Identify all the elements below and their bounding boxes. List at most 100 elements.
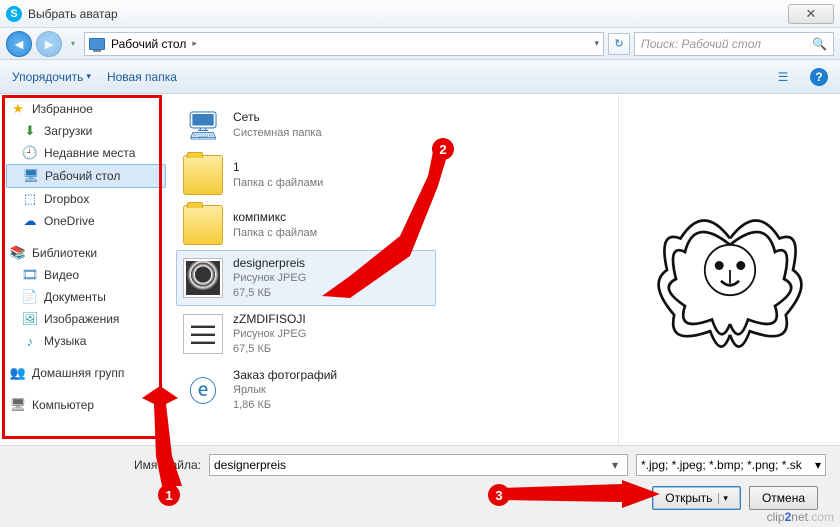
sidebar-item-icon: ☁ (22, 213, 38, 229)
sidebar-item[interactable]: ♪ Музыка (2, 330, 170, 352)
file-type: Рисунок JPEG (233, 271, 306, 286)
cancel-button[interactable]: Отмена (749, 486, 818, 510)
sidebar-item[interactable]: ☁ OneDrive (2, 210, 170, 232)
sidebar: ★ Избранное ⬇ Загрузки 🕘 Недавние места 🖥 Раб… (0, 94, 172, 445)
sidebar-item[interactable]: 🕘 Недавние места (2, 142, 170, 164)
network-icon: 🖥 (183, 105, 223, 145)
file-name: designerpreis (233, 255, 306, 271)
filetype-filter[interactable]: *.jpg; *.jpeg; *.bmp; *.png; *.sk ▾ (636, 454, 826, 476)
sidebar-item-icon: ⬇ (22, 123, 38, 139)
sidebar-item-icon: ⬚ (22, 191, 38, 207)
filename-value: designerpreis (214, 458, 607, 472)
file-name: Заказ фотографий (233, 367, 337, 383)
nav-back-button[interactable]: ◄ (6, 31, 32, 57)
annotation-badge-3: 3 (488, 484, 510, 506)
sidebar-item[interactable]: 🖼Изображения (2, 308, 170, 330)
titlebar: S Выбрать аватар ✕ (0, 0, 840, 28)
chevron-right-icon[interactable]: ▸ (192, 38, 197, 49)
sidebar-item-label: Домашняя групп (32, 366, 124, 380)
file-size: 1,86 КБ (233, 398, 337, 413)
nav-forward-button[interactable]: ► (36, 31, 62, 57)
file-item[interactable]: компмиксПапка с файлам (176, 200, 436, 250)
sidebar-item[interactable]: 🎞 Видео (2, 264, 170, 286)
skype-icon: S (6, 6, 22, 22)
file-item[interactable]: 🖥СетьСистемная папка (176, 100, 436, 150)
refresh-button[interactable]: ↻ (608, 33, 630, 55)
search-placeholder: Поиск: Рабочий стол (641, 37, 761, 51)
sidebar-item-label: Компьютер (32, 398, 94, 412)
chevron-down-icon[interactable]: ▾ (811, 458, 821, 472)
file-list: 🖥СетьСистемная папка1Папка с файламикомп… (172, 94, 618, 445)
sidebar-item-label: Видео (44, 268, 79, 282)
search-icon: 🔍 (812, 37, 827, 51)
breadcrumb[interactable]: Рабочий стол ▸ ▾ (84, 32, 604, 56)
sidebar-item[interactable]: ⬇ Загрузки (2, 120, 170, 142)
filter-text: *.jpg; *.jpeg; *.bmp; *.png; *.sk (641, 458, 811, 472)
folder-icon (183, 155, 223, 195)
filename-input[interactable]: designerpreis ▾ (209, 454, 628, 476)
sidebar-item[interactable]: 🖥 Рабочий стол (6, 164, 166, 188)
sidebar-item-icon: ♪ (22, 333, 38, 349)
search-input[interactable]: Поиск: Рабочий стол 🔍 (634, 32, 834, 56)
sidebar-homegroup[interactable]: 👥 Домашняя групп (2, 362, 170, 384)
dialog-body: ★ Избранное ⬇ Загрузки 🕘 Недавние места 🖥 Раб… (0, 94, 840, 445)
view-options-button[interactable]: ☰ (772, 66, 794, 88)
sidebar-item-label: Документы (44, 290, 106, 304)
file-name: zZMDIFISOJI (233, 311, 306, 327)
file-item[interactable]: designerpreisРисунок JPEG67,5 КБ (176, 250, 436, 306)
breadcrumb-drop-icon[interactable]: ▾ (594, 38, 599, 49)
image-thumbnail-icon: ▬▬▬▬▬▬▬▬▬ (183, 314, 223, 354)
lion-icon (640, 180, 820, 360)
sidebar-item[interactable]: ⬚Dropbox (2, 188, 170, 210)
file-item[interactable]: ⓔ Заказ фотографийЯрлык1,86 КБ (176, 362, 436, 418)
toolbar: Упорядочить ▾ Новая папка ☰ ? (0, 60, 840, 94)
shortcut-icon: ⓔ (183, 370, 223, 410)
sidebar-item-icon: 🖼 (22, 311, 38, 327)
preview-image (630, 170, 830, 370)
navbar: ◄ ► ▾ Рабочий стол ▸ ▾ ↻ Поиск: Рабочий … (0, 28, 840, 60)
file-size: 67,5 КБ (233, 342, 306, 357)
chevron-down-icon[interactable]: ▾ (718, 493, 728, 504)
open-button[interactable]: Открыть ▾ (652, 486, 741, 510)
file-item[interactable]: ▬▬▬▬▬▬▬▬▬zZMDIFISOJIРисунок JPEG67,5 КБ (176, 306, 436, 362)
sidebar-computer[interactable]: 🖥 Компьютер (2, 394, 170, 416)
sidebar-item[interactable]: 📄 Документы (2, 286, 170, 308)
sidebar-item-icon: 🖥 (23, 168, 39, 184)
sidebar-item-label: OneDrive (44, 214, 95, 228)
file-type: Папка с файлами (233, 176, 323, 191)
dialog-footer: Имя файла: designerpreis ▾ *.jpg; *.jpeg… (0, 445, 840, 527)
annotation-badge-2: 2 (432, 138, 454, 160)
sidebar-item-icon: 📄 (22, 289, 38, 305)
breadcrumb-label: Рабочий стол (111, 37, 186, 51)
sidebar-item-label: Рабочий стол (45, 169, 120, 183)
file-item[interactable]: 1Папка с файлами (176, 150, 436, 200)
computer-icon: 🖥 (10, 397, 26, 413)
open-label: Открыть (665, 491, 712, 505)
organize-button[interactable]: Упорядочить ▾ (12, 70, 91, 84)
preview-pane (618, 94, 840, 445)
sidebar-header-label: Библиотеки (32, 246, 97, 260)
nav-history-drop[interactable]: ▾ (66, 31, 80, 57)
sidebar-header-label: Избранное (32, 102, 93, 116)
close-button[interactable]: ✕ (788, 4, 834, 24)
sidebar-favorites-header[interactable]: ★ Избранное (2, 98, 170, 120)
homegroup-icon: 👥 (10, 365, 26, 381)
new-folder-button[interactable]: Новая папка (107, 70, 177, 84)
sidebar-item-label: Недавние места (44, 146, 135, 160)
cancel-label: Отмена (762, 491, 805, 505)
organize-label: Упорядочить (12, 70, 83, 84)
sidebar-libraries-header[interactable]: 📚 Библиотеки (2, 242, 170, 264)
chevron-down-icon[interactable]: ▾ (607, 458, 623, 472)
image-thumbnail-icon (183, 258, 223, 298)
sidebar-item-label: Музыка (44, 334, 86, 348)
filename-label: Имя файла: (134, 458, 201, 472)
sidebar-item-icon: 🕘 (22, 145, 38, 161)
file-name: компмикс (233, 209, 317, 225)
sidebar-item-icon: 🎞 (22, 267, 38, 283)
file-type: Папка с файлам (233, 226, 317, 241)
help-button[interactable]: ? (810, 68, 828, 86)
sidebar-item-label: Загрузки (44, 124, 92, 138)
libraries-icon: 📚 (10, 245, 26, 261)
file-name: Сеть (233, 109, 322, 125)
file-type: Ярлык (233, 383, 337, 398)
